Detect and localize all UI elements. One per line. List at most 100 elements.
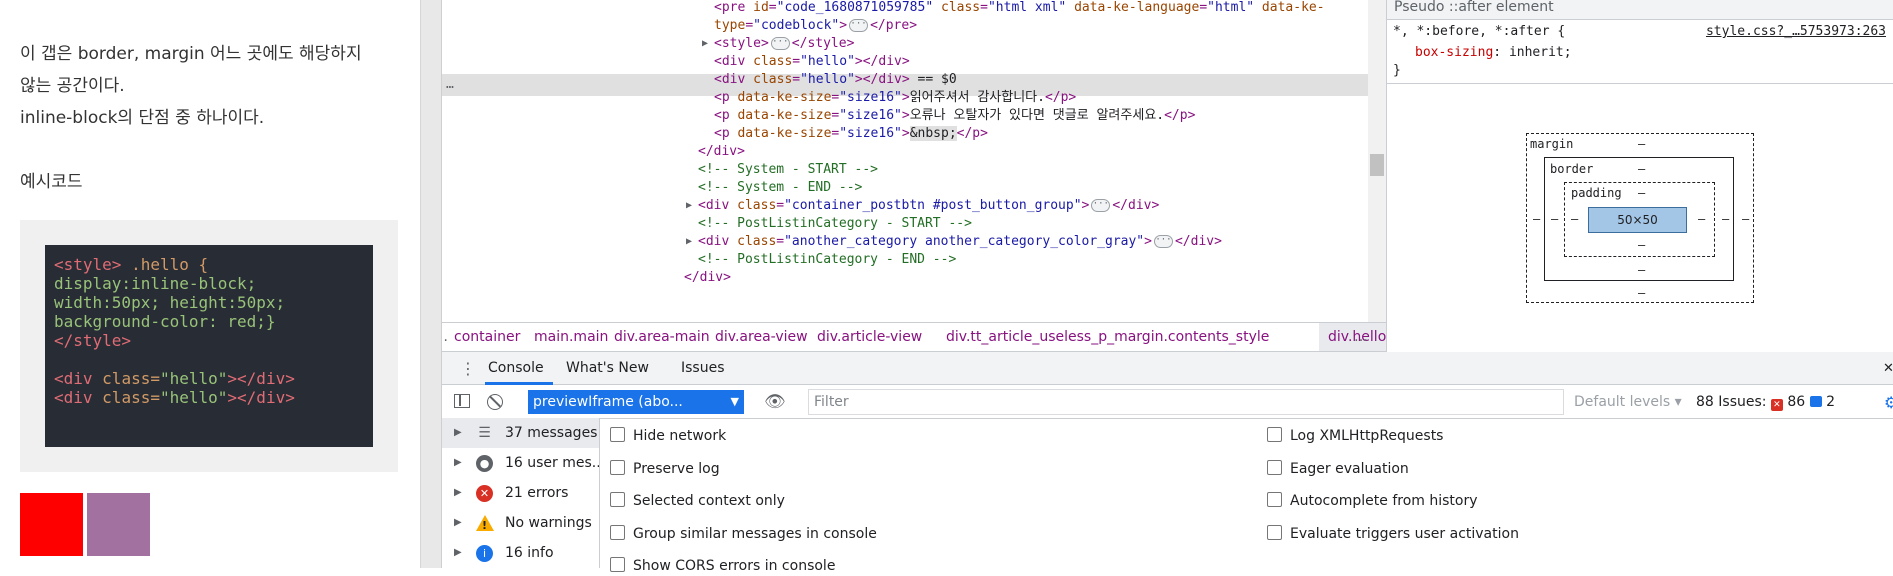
dom-token: <pre [714, 0, 754, 15]
sidebar-item[interactable]: ▶ i 16 info [442, 538, 599, 568]
setting-checkbox[interactable]: Evaluate triggers user activation [1267, 524, 1519, 544]
close-drawer-icon[interactable]: ✕ [1883, 352, 1893, 385]
row-more-icon[interactable]: … [446, 74, 454, 96]
dom-token: > [901, 108, 910, 123]
border-top-value: – [1638, 162, 1646, 176]
log-levels-dropdown[interactable]: Default levels ▾ [1574, 385, 1682, 419]
dom-node-line[interactable]: <p data-ke-size="size16">&nbsp;</p> [714, 123, 988, 144]
dom-token: "code_1680871059785" [776, 0, 934, 15]
expand-triangle-icon[interactable]: ▶ [702, 33, 708, 54]
dom-token: 오류나 오탈자가 있다면 댓글로 알려주세요. [909, 108, 1165, 123]
breadcrumb-scroll-left[interactable]: … [442, 323, 448, 351]
dom-token: &nbsp; [909, 126, 957, 141]
styles-pane: Pseudo ::after element *, *:before, *:af… [1386, 0, 1893, 352]
collapsed-ellipsis-icon[interactable]: ··· [849, 19, 869, 32]
sidebar-item[interactable]: ▶ ● 16 user mes... [442, 448, 599, 478]
collapsed-ellipsis-icon[interactable]: ··· [770, 37, 790, 50]
red-hello-box [20, 493, 83, 556]
setting-checkbox[interactable]: Log XMLHttpRequests [1267, 426, 1443, 446]
sidebar-item-label: No warnings [505, 515, 592, 531]
code-token: <div [54, 388, 103, 407]
expand-triangle-icon[interactable]: ▶ [686, 195, 692, 216]
expand-arrow-icon[interactable]: ▶ [454, 508, 462, 538]
pseudo-element-header: Pseudo ::after element [1387, 0, 1893, 20]
gear-icon[interactable]: ⚙ [1884, 393, 1893, 412]
breadcrumb-item[interactable]: div.tt_article_useless_p_margin.contents… [946, 323, 1269, 351]
dom-token: </style> [791, 36, 855, 51]
property-name[interactable]: box-sizing [1415, 45, 1493, 60]
setting-checkbox[interactable]: Autocomplete from history [1267, 491, 1478, 511]
elements-scrollbar-thumb[interactable] [1370, 154, 1384, 176]
expand-arrow-icon[interactable]: ▶ [454, 538, 462, 568]
expand-arrow-icon[interactable]: ▶ [454, 478, 462, 508]
dom-token: data-ke-size [737, 126, 832, 141]
rule-property[interactable]: box-sizing: inherit; [1415, 45, 1572, 60]
setting-checkbox[interactable]: Eager evaluation [1267, 459, 1409, 479]
filter-input[interactable]: Filter [808, 389, 1564, 415]
checkbox[interactable] [1267, 459, 1282, 475]
code-line: <div class="hello"></div> [54, 386, 364, 407]
setting-checkbox[interactable]: Hide network [610, 426, 726, 446]
dom-token: <div [698, 234, 738, 249]
rule-source-link[interactable]: style.css?_…5753973:263 [1706, 24, 1886, 39]
box-model-content: 50×50 [1588, 207, 1687, 233]
setting-checkbox[interactable]: Group similar messages in console [610, 524, 877, 544]
dom-token: <p [714, 108, 738, 123]
breadcrumb-item[interactable]: div.area-view [715, 323, 808, 351]
dom-token: <div [714, 72, 754, 87]
breadcrumb-item[interactable]: div.article-view [817, 323, 922, 351]
dom-node-line[interactable]: </div> [684, 267, 731, 288]
expand-triangle-icon[interactable]: ▶ [686, 231, 692, 252]
sidebar-item[interactable]: ▶ ☰ 37 messages [442, 418, 599, 448]
collapsed-ellipsis-icon[interactable]: ··· [1153, 235, 1173, 248]
breadcrumb-item[interactable]: main.main [534, 323, 608, 351]
setting-label: Preserve log [633, 460, 720, 477]
property-value[interactable]: inherit; [1509, 45, 1572, 60]
checkbox[interactable] [610, 427, 625, 442]
tab-issues[interactable]: Issues [681, 352, 725, 385]
code-token: class= [102, 388, 160, 407]
code-line: </style> [54, 329, 364, 350]
dom-node-line[interactable]: <!-- PostListinCategory - END --> [698, 249, 956, 270]
breadcrumb-item[interactable]: div.area-main [614, 323, 710, 351]
list-icon: ☰ [478, 425, 491, 441]
checkbox[interactable] [610, 524, 625, 540]
setting-checkbox[interactable]: Show CORS errors in console [610, 556, 835, 576]
dom-token: > [1144, 234, 1152, 249]
info-icon: i [476, 545, 493, 562]
expand-arrow-icon[interactable]: ▶ [454, 448, 462, 478]
eye-icon[interactable]: 👁 [764, 392, 786, 412]
paragraph-line-1: 이 갭은 border, margin 어느 곳에도 해당하지 [20, 44, 362, 64]
context-selector[interactable]: previewIframe (abo... ▼ [528, 390, 744, 414]
rule-separator [1387, 83, 1893, 84]
border-label: border [1550, 162, 1594, 176]
dom-token: "size16" [839, 108, 902, 123]
checkbox[interactable] [1267, 492, 1282, 507]
setting-checkbox[interactable]: Selected context only [610, 491, 785, 511]
dom-token: <p [714, 90, 738, 105]
sidebar-item[interactable]: ▶! No warnings [442, 508, 599, 538]
sidebar-item[interactable]: ▶ ✕ 21 errors [442, 478, 599, 508]
checkbox[interactable] [610, 492, 625, 507]
collapsed-ellipsis-icon[interactable]: ··· [1091, 199, 1111, 212]
drawer-menu-icon[interactable]: ⋮ [460, 352, 476, 385]
breadcrumb-scroll-right[interactable]: … [1354, 323, 1368, 351]
sidebar-item-label: 16 info [505, 545, 554, 561]
split-divider[interactable] [420, 0, 442, 568]
dom-token: data-ke-size [737, 108, 832, 123]
sidebar-toggle-icon[interactable] [454, 394, 470, 408]
setting-checkbox[interactable]: Preserve log [610, 459, 720, 479]
issues-counter[interactable]: 88 Issues: ✕ 86 2 [1696, 385, 1835, 419]
dom-token: class [737, 198, 777, 213]
checkbox[interactable] [610, 459, 625, 475]
tab-console[interactable]: Console [488, 352, 544, 385]
tab-whats-new[interactable]: What's New [566, 352, 649, 385]
dom-token: "hello" [800, 54, 855, 69]
checkbox[interactable] [1267, 524, 1282, 540]
checkbox[interactable] [1267, 427, 1282, 442]
checkbox[interactable] [610, 557, 625, 572]
clear-console-icon[interactable] [487, 394, 503, 410]
expand-arrow-icon[interactable]: ▶ [454, 418, 462, 448]
rule-close-brace: } [1393, 63, 1401, 78]
breadcrumb-item[interactable]: container [454, 323, 520, 351]
